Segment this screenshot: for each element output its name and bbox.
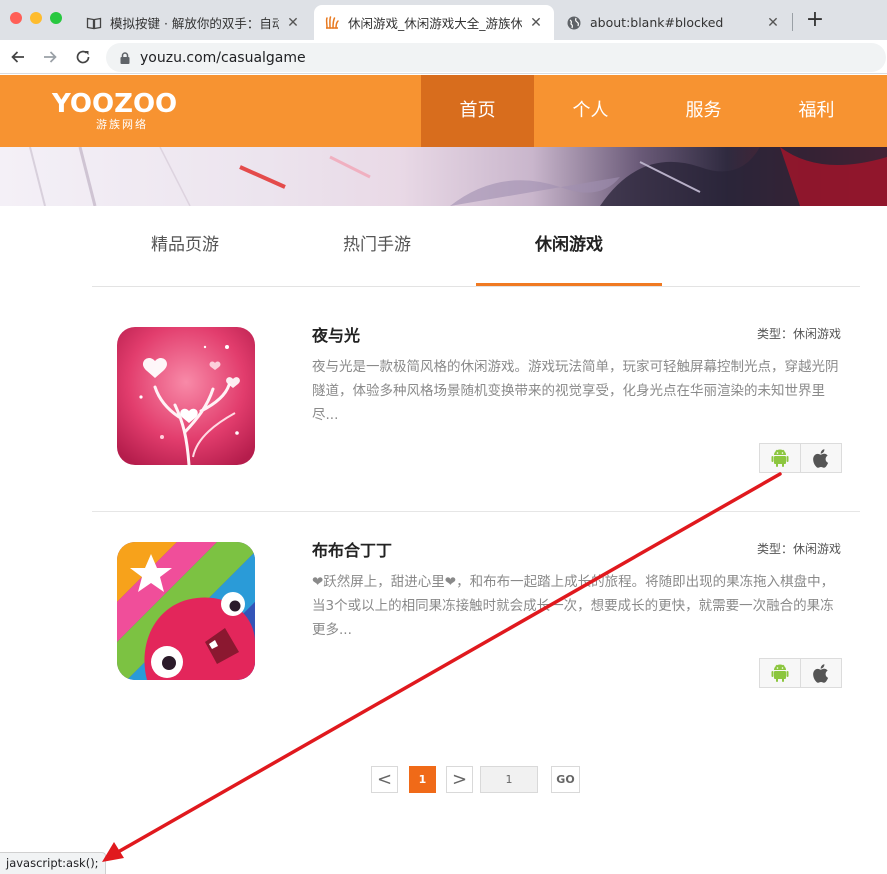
- link-status-bar: javascript:ask();: [0, 852, 106, 874]
- go-button[interactable]: GO: [551, 766, 580, 793]
- lock-icon: [120, 51, 130, 64]
- site-header: YOOZOO 游族网络 首页 个人 服务 福利: [0, 75, 887, 147]
- android-icon: [771, 664, 789, 682]
- tab-casual-games[interactable]: 休闲游戏: [476, 206, 662, 286]
- tab-close-icon[interactable]: ✕: [528, 15, 544, 31]
- yoozoo-logo[interactable]: YOOZOO 游族网络: [52, 90, 182, 135]
- new-tab-button[interactable]: +: [803, 7, 827, 33]
- list-item: 布布合丁丁 类型：休闲游戏 ❤跃然屏上，甜进心里❤，和布布一起踏上成长的旅程。将…: [92, 512, 860, 727]
- game-description: 夜与光是一款极简风格的休闲游戏。游戏玩法简单，玩家可轻触屏幕控制光点，穿越光阴隧…: [312, 359, 839, 423]
- back-button[interactable]: [6, 45, 30, 69]
- game-description: ❤跃然屏上，甜进心里❤，和布布一起踏上成长的旅程。将随即出现的果冻拖入棋盘中，当…: [312, 574, 835, 638]
- game-type: 类型：休闲游戏: [756, 542, 841, 556]
- browser-toolbar: youzu.com/casualgame: [0, 40, 887, 74]
- game-title[interactable]: 夜与光: [312, 322, 360, 346]
- main-nav: 首页 个人 服务 福利: [421, 75, 873, 147]
- browser-tab-3[interactable]: about:blank#blocked ✕: [556, 5, 791, 40]
- url-text: youzu.com/casualgame: [140, 49, 306, 66]
- reload-icon: [76, 50, 90, 64]
- tab-close-icon[interactable]: ✕: [285, 15, 301, 31]
- banner-artwork: [29, 147, 887, 206]
- page-1-button[interactable]: 1: [409, 766, 436, 793]
- reload-button[interactable]: [71, 45, 95, 69]
- game-type: 类型：休闲游戏: [756, 327, 841, 341]
- tab-premium-webgames[interactable]: 精品页游: [92, 206, 278, 286]
- browser-tab-bar: 模拟按键 · 解放你的双手：自动化 ✕ 休闲游戏_休闲游戏大全_游族休闲 ✕ a…: [0, 0, 887, 40]
- nav-item-welfare[interactable]: 福利: [760, 75, 873, 147]
- arrow-left-icon: [11, 51, 24, 63]
- book-icon: [86, 15, 102, 31]
- category-tabs: 精品页游 热门手游 休闲游戏: [92, 206, 860, 287]
- nav-item-service[interactable]: 服务: [647, 75, 760, 147]
- android-icon: [771, 449, 789, 467]
- logo-subtitle: 游族网络: [96, 118, 148, 131]
- android-download-button[interactable]: [759, 658, 801, 688]
- apple-icon: [812, 663, 828, 683]
- tab-hot-mobile-games[interactable]: 热门手游: [284, 206, 470, 286]
- tab-title: about:blank#blocked: [590, 15, 724, 30]
- window-close-button[interactable]: [10, 12, 22, 24]
- list-item: 夜与光 类型：休闲游戏 夜与光是一款极简风格的休闲游戏。游戏玩法简单，玩家可轻触…: [92, 297, 860, 512]
- hero-banner: [0, 147, 887, 206]
- ios-download-button[interactable]: [800, 443, 842, 473]
- logo-wordmark: YOOZOO: [52, 89, 178, 119]
- tab-title: 休闲游戏_休闲游戏大全_游族休闲: [348, 16, 522, 31]
- game-thumbnail-night-and-light[interactable]: [117, 327, 255, 465]
- arrow-right-icon: [44, 51, 57, 63]
- apple-icon: [812, 448, 828, 468]
- globe-icon: [566, 15, 582, 31]
- nav-item-personal[interactable]: 个人: [534, 75, 647, 147]
- tab-close-icon[interactable]: ✕: [765, 15, 781, 31]
- tab-title: 模拟按键 · 解放你的双手：自动化: [110, 16, 279, 31]
- forward-button[interactable]: [38, 45, 62, 69]
- browser-tab-2-active[interactable]: 休闲游戏_休闲游戏大全_游族休闲 ✕: [314, 5, 554, 40]
- next-page-button[interactable]: >: [446, 766, 473, 793]
- game-title[interactable]: 布布合丁丁: [312, 537, 392, 561]
- address-bar[interactable]: youzu.com/casualgame: [106, 43, 886, 72]
- tab-separator: [792, 13, 793, 31]
- ios-download-button[interactable]: [800, 658, 842, 688]
- android-download-button[interactable]: [759, 443, 801, 473]
- window-zoom-button[interactable]: [50, 12, 62, 24]
- browser-tab-1[interactable]: 模拟按键 · 解放你的双手：自动化 ✕: [76, 5, 311, 40]
- page-number-input[interactable]: 1: [480, 766, 538, 793]
- nav-item-home[interactable]: 首页: [421, 75, 534, 147]
- prev-page-button[interactable]: <: [371, 766, 398, 793]
- game-thumbnail-bubu-dingding[interactable]: [117, 542, 255, 680]
- yoozoo-favicon: [324, 15, 340, 31]
- window-minimize-button[interactable]: [30, 12, 42, 24]
